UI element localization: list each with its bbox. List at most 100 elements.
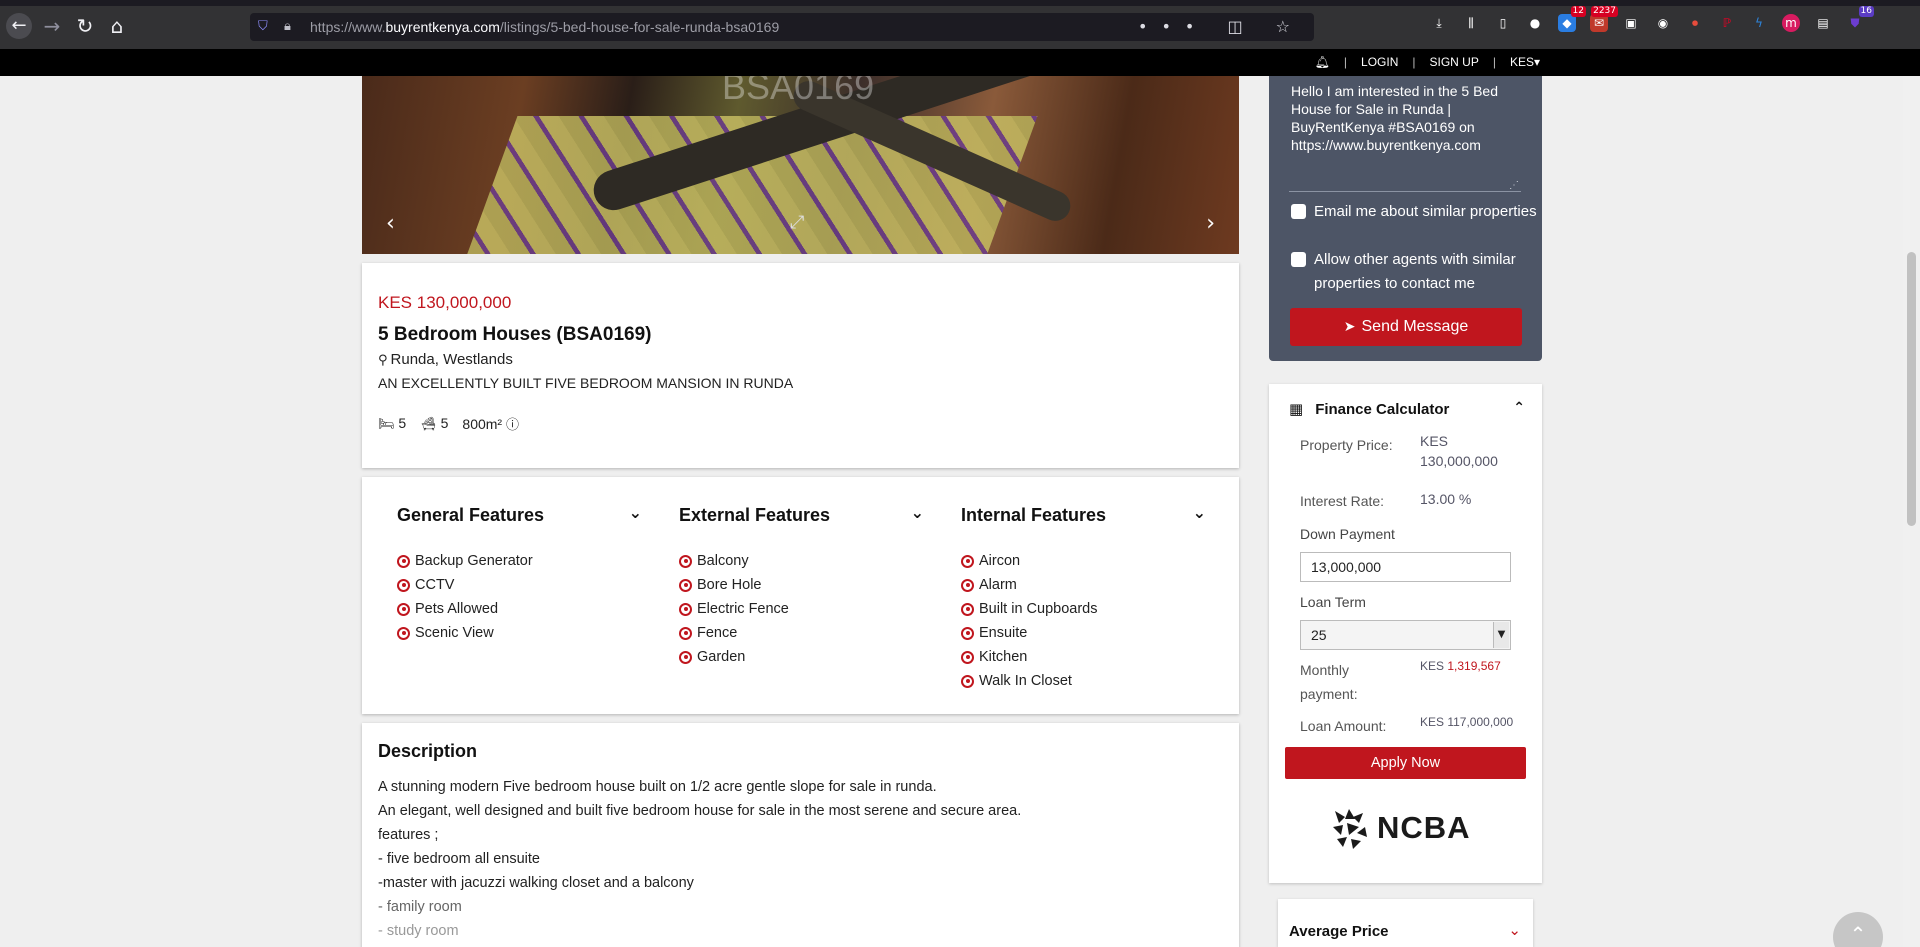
mail-icon[interactable]: ✉ 2237 xyxy=(1590,6,1618,32)
send-message-label: Send Message xyxy=(1361,318,1469,335)
chevron-down-icon[interactable]: ▼ xyxy=(1493,622,1509,648)
bullet-circle-icon xyxy=(961,650,974,664)
down-payment-input[interactable]: 13,000,000 xyxy=(1300,552,1511,582)
home-icon[interactable]: ⌂ xyxy=(104,13,130,39)
bullet-circle-icon xyxy=(679,554,692,568)
chevron-down-icon[interactable]: ⌄ xyxy=(1193,503,1206,522)
listing-summary: KES 130,000,000 5 Bedroom Houses (BSA016… xyxy=(362,263,1239,468)
bell-icon[interactable]: 🔔︎ xyxy=(1315,55,1330,69)
m-extension-icon[interactable]: m xyxy=(1782,14,1800,32)
similar-properties-checkbox-row[interactable]: Email me about similar properties xyxy=(1291,200,1537,224)
url-text[interactable]: https://www.buyrentkenya.com/listings/5-… xyxy=(310,19,779,35)
chevron-left-icon[interactable]: ‹ xyxy=(386,211,395,236)
send-message-button[interactable]: ➤ Send Message xyxy=(1290,308,1522,346)
loan-term-select[interactable]: 25 ▼ xyxy=(1300,620,1511,650)
feature-label: CCTV xyxy=(415,577,455,593)
feature-label: Electric Fence xyxy=(697,601,789,617)
tab-strip xyxy=(0,0,1920,6)
finance-calculator-title: Finance Calculator xyxy=(1315,400,1450,418)
photo-watermark: BSA0169 xyxy=(722,76,875,107)
login-link[interactable]: LOGIN xyxy=(1361,55,1398,69)
similar-properties-label[interactable]: Email me about similar properties xyxy=(1314,200,1537,224)
bath-icon: 🛁︎ xyxy=(420,417,437,432)
resize-handle-icon[interactable]: ⋰ xyxy=(1509,180,1519,191)
account-icon[interactable]: ● xyxy=(1526,14,1544,32)
other-agents-label[interactable]: Allow other agents with similar properti… xyxy=(1314,248,1542,296)
chevron-up-icon[interactable]: ⌃ xyxy=(1513,400,1525,416)
feature-label: Aircon xyxy=(979,553,1021,569)
chevron-right-icon[interactable]: › xyxy=(1206,211,1215,236)
expand-icon[interactable]: ⤢ xyxy=(790,212,804,233)
listing-title: 5 Bedroom Houses (BSA0169) xyxy=(378,324,652,345)
chevron-down-icon[interactable]: ⌄ xyxy=(629,503,642,522)
feature-item: Kitchen xyxy=(961,645,1221,669)
download-icon[interactable]: ⤓ xyxy=(1430,14,1448,32)
bed-icon: 🛏︎ xyxy=(378,417,395,432)
scroll-to-top-button[interactable]: ⌃ xyxy=(1833,912,1883,947)
bullet-circle-icon xyxy=(961,674,974,688)
currency-dropdown[interactable]: KES▾ xyxy=(1510,55,1540,69)
similar-properties-checkbox[interactable] xyxy=(1291,204,1306,219)
feature-item: CCTV xyxy=(397,573,657,597)
signup-link[interactable]: SIGN UP xyxy=(1429,55,1478,69)
page-actions-icons[interactable]: ••• ◫ ☆ xyxy=(1138,17,1304,36)
feature-item: Aircon xyxy=(961,549,1221,573)
chevron-down-icon[interactable]: ⌄ xyxy=(1508,921,1521,939)
feature-item: Balcony xyxy=(679,549,939,573)
message-textarea[interactable]: Hello I am interested in the 5 Bed House… xyxy=(1289,80,1521,192)
info-icon[interactable]: ⓘ xyxy=(506,418,519,433)
feature-item: Ensuite xyxy=(961,621,1221,645)
finance-calculator-header[interactable]: ▦ Finance Calculator ⌃ xyxy=(1289,400,1525,418)
description-line: - five bedroom all ensuite xyxy=(378,851,540,867)
library-icon[interactable]: ⫼ xyxy=(1462,14,1480,32)
chrome-extension-icon[interactable]: ◉ xyxy=(1654,14,1672,32)
bullet-circle-icon xyxy=(961,602,974,616)
lock-icon[interactable]: 🔒︎ xyxy=(284,19,291,34)
forward-icon[interactable]: → xyxy=(39,13,65,39)
interest-rate-label: Interest Rate: xyxy=(1300,493,1385,509)
internal-features-list: Aircon Alarm Built in Cupboards Ensuite Kitc… xyxy=(961,549,1221,693)
record-icon[interactable]: ⏺ xyxy=(1686,14,1704,32)
shield-extension-badge: 16 xyxy=(1858,6,1874,17)
separator: | xyxy=(1412,55,1416,69)
shield-extension-icon[interactable]: ⛊ 16 xyxy=(1846,6,1874,32)
photo-carousel[interactable]: BSA0169 ‹ ⤢ › xyxy=(362,76,1239,254)
feature-label: Pets Allowed xyxy=(415,601,499,617)
other-agents-checkbox[interactable] xyxy=(1291,252,1306,267)
bolt-icon[interactable]: ϟ xyxy=(1750,14,1768,32)
down-payment-label: Down Payment xyxy=(1300,526,1395,542)
sidebar-icon[interactable]: ▯ xyxy=(1494,14,1512,32)
scrollbar-thumb[interactable] xyxy=(1907,252,1916,526)
tracking-shield-icon[interactable]: ⛉ xyxy=(258,19,272,35)
browser-toolbar: ← → ↻ ⌂ ⛉ 🔒︎ https://www.buyrentkenya.co… xyxy=(0,0,1920,49)
map-pin-icon: ⚲ xyxy=(378,353,388,368)
listing-specs: 🛏︎ 5 🛁︎ 5 800m² ⓘ xyxy=(378,414,519,433)
chat-icon[interactable]: ▤ xyxy=(1814,14,1832,32)
description-line: An elegant, well designed and built five… xyxy=(378,803,1022,819)
general-features-toggle[interactable]: General Features ⌄ xyxy=(397,503,642,526)
pinterest-icon[interactable]: ℙ xyxy=(1718,14,1736,32)
monthly-payment-amount: 1,319,567 xyxy=(1447,659,1501,673)
property-price-value: KES 130,000,000 xyxy=(1420,431,1498,471)
internal-features-toggle[interactable]: Internal Features ⌄ xyxy=(961,503,1206,526)
chevron-down-icon[interactable]: ⌄ xyxy=(911,503,924,522)
ncba-logo[interactable]: NCBA xyxy=(1329,807,1471,849)
feature-item: Electric Fence xyxy=(679,597,939,621)
average-price-panel[interactable]: Average Price ⌄ xyxy=(1278,899,1533,947)
screenshot-icon[interactable]: ▣ xyxy=(1622,14,1640,32)
page-scrollbar[interactable] xyxy=(1903,76,1920,947)
back-icon[interactable]: ← xyxy=(6,13,32,39)
loan-term-label: Loan Term xyxy=(1300,594,1366,610)
separator: | xyxy=(1492,55,1496,69)
description-line: - study room xyxy=(378,923,459,939)
feature-item: Fence xyxy=(679,621,939,645)
extension-icon[interactable]: ◆ 12 xyxy=(1558,6,1586,32)
external-features-toggle[interactable]: External Features ⌄ xyxy=(679,503,924,526)
other-agents-checkbox-row[interactable]: Allow other agents with similar properti… xyxy=(1291,248,1542,296)
feature-item: Alarm xyxy=(961,573,1221,597)
general-features-title: General Features xyxy=(397,505,545,525)
feature-item: Garden xyxy=(679,645,939,669)
address-bar[interactable]: ⛉ 🔒︎ https://www.buyrentkenya.com/listin… xyxy=(250,13,1314,41)
reload-icon[interactable]: ↻ xyxy=(72,13,98,39)
apply-now-button[interactable]: Apply Now xyxy=(1285,747,1526,779)
